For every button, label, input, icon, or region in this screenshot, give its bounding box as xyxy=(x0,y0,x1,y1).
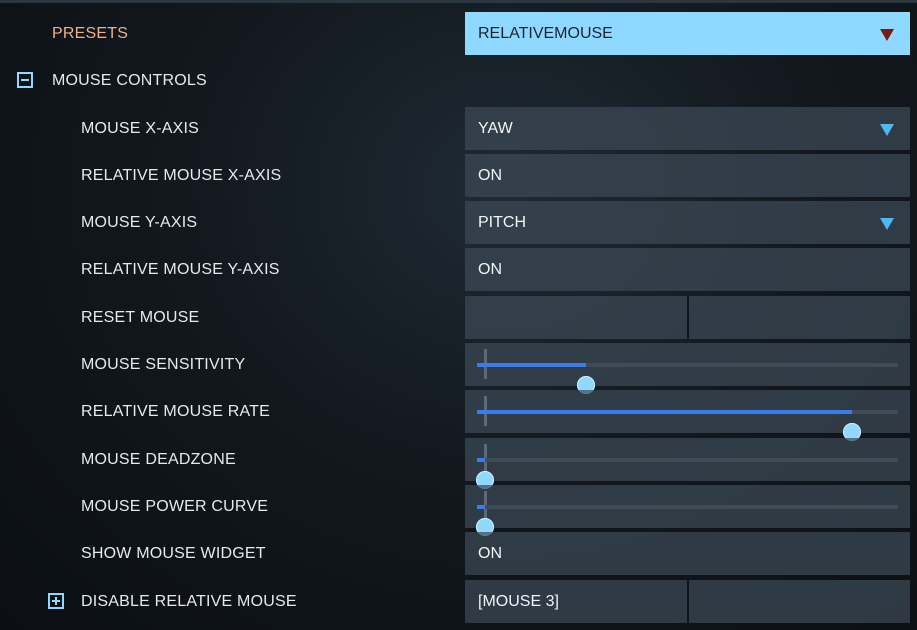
setting-mouse-sensitivity: MOUSE SENSITIVITY xyxy=(0,341,917,394)
setting-label: RELATIVE MOUSE Y-AXIS xyxy=(81,261,280,278)
setting-relative-mouse-x-axis: RELATIVE MOUSE X-AXIS ON xyxy=(0,152,917,199)
setting-label: DISABLE RELATIVE MOUSE xyxy=(81,593,297,610)
slider-fill xyxy=(477,363,587,367)
setting-disable-relative-mouse: DISABLE RELATIVE MOUSE [MOUSE 3] xyxy=(0,578,917,625)
minus-box-icon[interactable] xyxy=(17,72,33,88)
setting-mouse-y-axis: MOUSE Y-AXIS PITCH xyxy=(0,199,917,246)
plus-box-icon[interactable] xyxy=(48,593,64,609)
reset-mouse-binding xyxy=(465,296,910,339)
toggle-value: ON xyxy=(478,545,502,562)
slider-track[interactable] xyxy=(476,505,898,536)
setting-reset-mouse: RESET MOUSE xyxy=(0,294,917,341)
mouse-x-axis-dropdown[interactable]: YAW xyxy=(465,107,910,150)
mouse-controls-header[interactable]: MOUSE CONTROLS xyxy=(0,57,917,104)
slider-track[interactable] xyxy=(477,410,898,441)
section-label: MOUSE CONTROLS xyxy=(52,72,207,89)
presets-dropdown[interactable]: RELATIVEMOUSE xyxy=(465,12,910,55)
show-mouse-widget-toggle[interactable]: ON xyxy=(465,532,910,575)
relative-mouse-x-axis-toggle[interactable]: ON xyxy=(465,154,910,197)
triangle-down-icon xyxy=(880,29,894,41)
setting-mouse-power-curve: MOUSE POWER CURVE xyxy=(0,483,917,536)
mouse-y-axis-dropdown[interactable]: PITCH xyxy=(465,201,910,244)
setting-label: MOUSE POWER CURVE xyxy=(81,498,269,515)
primary-binding[interactable]: [MOUSE 3] xyxy=(478,580,559,623)
presets-row: PRESETS RELATIVEMOUSE xyxy=(0,10,917,57)
presets-value: RELATIVEMOUSE xyxy=(478,25,613,42)
top-divider xyxy=(0,0,917,3)
setting-label: MOUSE X-AXIS xyxy=(81,120,199,137)
setting-label: SHOW MOUSE WIDGET xyxy=(81,545,266,562)
slider-track[interactable] xyxy=(476,458,898,489)
triangle-down-icon xyxy=(880,124,894,136)
dropdown-value: PITCH xyxy=(478,214,526,231)
slider-fill xyxy=(477,505,486,509)
relative-mouse-y-axis-toggle[interactable]: ON xyxy=(465,248,910,291)
setting-label: MOUSE DEADZONE xyxy=(81,451,236,468)
setting-mouse-x-axis: MOUSE X-AXIS YAW xyxy=(0,105,917,152)
mouse-sensitivity-slider[interactable] xyxy=(465,343,910,394)
setting-mouse-deadzone: MOUSE DEADZONE xyxy=(0,436,917,489)
setting-label: RESET MOUSE xyxy=(81,309,200,326)
toggle-value: ON xyxy=(478,261,502,278)
slider-fill xyxy=(477,458,486,462)
disable-relative-mouse-binding: [MOUSE 3] xyxy=(465,580,910,623)
mouse-deadzone-slider[interactable] xyxy=(465,438,910,489)
mouse-power-curve-slider[interactable] xyxy=(465,485,910,536)
setting-show-mouse-widget: SHOW MOUSE WIDGET ON xyxy=(0,530,917,577)
presets-label: PRESETS xyxy=(52,25,129,42)
setting-relative-mouse-rate: RELATIVE MOUSE RATE xyxy=(0,388,917,441)
toggle-value: ON xyxy=(478,167,502,184)
setting-label: MOUSE SENSITIVITY xyxy=(81,356,246,373)
triangle-down-icon xyxy=(880,218,894,230)
slider-track[interactable] xyxy=(477,363,898,394)
binding-divider xyxy=(687,296,689,339)
relative-mouse-rate-slider[interactable] xyxy=(465,390,910,441)
setting-label: RELATIVE MOUSE RATE xyxy=(81,403,271,420)
dropdown-value: YAW xyxy=(478,120,513,137)
binding-divider xyxy=(687,580,689,623)
setting-label: RELATIVE MOUSE X-AXIS xyxy=(81,167,282,184)
setting-label: MOUSE Y-AXIS xyxy=(81,214,198,231)
slider-fill xyxy=(477,410,852,414)
setting-relative-mouse-y-axis: RELATIVE MOUSE Y-AXIS ON xyxy=(0,246,917,293)
